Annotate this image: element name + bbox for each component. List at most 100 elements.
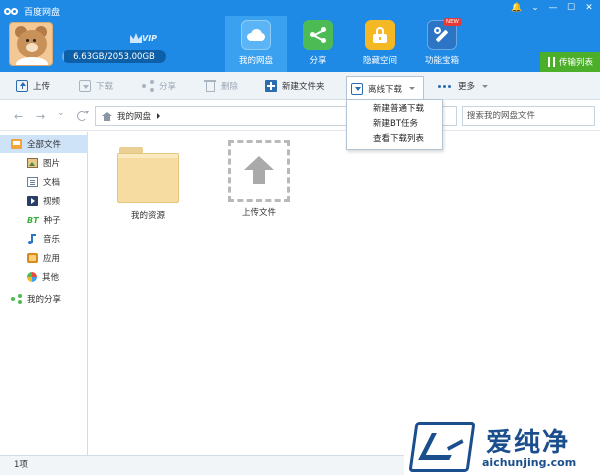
sidebar-item-label: 应用 [43, 254, 61, 264]
more-button[interactable]: 更多 [434, 76, 492, 96]
maximize-button[interactable]: ☐ [562, 0, 580, 16]
sidebar-item-music[interactable]: 音乐 [0, 230, 88, 248]
menu-item-new-bt-task[interactable]: 新建BT任务 [347, 117, 442, 132]
notification-bell-icon[interactable]: 🔔 [508, 0, 526, 16]
app-title-text: 百度网盘 [24, 7, 61, 18]
other-category-icon [27, 272, 37, 282]
baidu-cloud-logo-icon [4, 6, 20, 17]
watermark-logo-icon [408, 422, 476, 472]
watermark-url: aichunjing.com [482, 456, 577, 469]
offline-download-menu: 新建普通下载 新建BT任务 查看下载列表 [346, 99, 443, 150]
upload-tile-label: 上传文件 [241, 208, 276, 218]
more-dots-icon [438, 84, 453, 88]
sidebar-item-videos[interactable]: 视频 [0, 192, 88, 210]
sidebar-item-label: 全部文件 [27, 140, 62, 150]
share-button[interactable]: 分享 [138, 76, 180, 96]
item-count: 1项 [14, 460, 28, 470]
upload-file-tile[interactable]: 上传文件 [225, 140, 293, 218]
upload-label: 上传 [33, 82, 51, 92]
sidebar-item-torrents[interactable]: BT 种子 [0, 211, 88, 229]
tab-share-label: 分享 [309, 56, 327, 66]
offline-download-button[interactable]: 离线下载 [346, 76, 424, 100]
share-label: 分享 [159, 82, 177, 92]
delete-button[interactable]: 删除 [201, 76, 242, 96]
tab-share[interactable]: 分享 [287, 16, 349, 72]
transfer-list-button[interactable]: 传输列表 [540, 52, 600, 72]
chevron-down-icon [482, 84, 489, 88]
new-folder-button[interactable]: 新建文件夹 [261, 76, 329, 96]
history-dropdown-icon[interactable]: ⌄ [57, 108, 65, 118]
close-button[interactable]: ✕ [580, 0, 598, 16]
sidebar-item-label: 种子 [43, 216, 61, 226]
upload-arrow-icon [228, 140, 290, 202]
breadcrumb-my-disk[interactable]: 我的网盘 [117, 110, 151, 122]
offline-download-icon [351, 82, 363, 95]
back-arrow-icon[interactable]: ← [14, 110, 23, 123]
all-files-icon [11, 139, 22, 149]
share-icon [11, 294, 22, 304]
share-icon [142, 80, 154, 92]
sidebar-item-documents[interactable]: 文档 [0, 173, 88, 191]
more-label: 更多 [458, 82, 476, 92]
delete-label: 删除 [221, 82, 239, 92]
tab-toolbox-label: 功能宝箱 [424, 56, 459, 66]
sidebar-item-label: 视频 [43, 197, 61, 207]
sidebar-item-images[interactable]: 图片 [0, 154, 88, 172]
sidebar-item-label: 文档 [43, 178, 61, 188]
bt-torrent-icon: BT [27, 215, 39, 225]
offline-download-label: 离线下载 [368, 84, 403, 95]
sidebar: 全部文件 图片 文档 视频 BT 种子 音乐 应用 其他 我的分享 [0, 132, 88, 455]
toolbar: 上传 下载 分享 删除 新建文件夹 离线下载 更多 [0, 72, 600, 100]
header: 百度网盘 🔔 ⌄ — ☐ ✕ VIP 6.63GB/2053.00GB 我的网盘 [0, 0, 600, 72]
sidebar-item-other[interactable]: 其他 [0, 268, 88, 286]
forward-arrow-icon[interactable]: → [36, 110, 45, 123]
watermark: 爱纯净 aichunjing.com [404, 418, 600, 475]
crown-icon [130, 33, 142, 43]
window-controls: 🔔 ⌄ — ☐ ✕ [508, 0, 598, 16]
lock-icon [365, 20, 395, 50]
new-folder-icon [265, 80, 277, 92]
avatar[interactable] [9, 22, 53, 66]
menu-item-view-download-list[interactable]: 查看下载列表 [347, 132, 442, 147]
chevron-right-icon[interactable] [157, 113, 161, 119]
video-icon [27, 196, 38, 206]
tab-my-disk[interactable]: 我的网盘 [225, 16, 287, 72]
transfer-icon [547, 57, 556, 67]
menu-item-new-normal-download[interactable]: 新建普通下载 [347, 102, 442, 117]
search-input[interactable] [467, 111, 594, 121]
app-title: 百度网盘 [4, 4, 60, 18]
minimize-button[interactable]: — [544, 0, 562, 16]
download-label: 下载 [96, 82, 114, 92]
home-icon[interactable] [102, 111, 112, 121]
tab-hidden-space[interactable]: 隐藏空间 [349, 16, 411, 72]
upload-button[interactable]: 上传 [12, 76, 54, 96]
menu-chevron-icon[interactable]: ⌄ [526, 0, 544, 16]
tab-my-disk-label: 我的网盘 [238, 56, 273, 66]
sidebar-item-my-share[interactable]: 我的分享 [0, 290, 88, 308]
sidebar-item-apps[interactable]: 应用 [0, 249, 88, 267]
tools-icon: NEW [427, 18, 461, 50]
vip-badge[interactable]: VIP [128, 33, 160, 45]
download-icon [79, 80, 91, 92]
sidebar-item-label: 音乐 [43, 235, 61, 245]
new-folder-label: 新建文件夹 [282, 82, 325, 92]
image-icon [27, 158, 38, 168]
cloud-disk-icon [241, 20, 271, 50]
sidebar-item-all-files[interactable]: 全部文件 [0, 135, 88, 153]
new-badge: NEW [443, 18, 461, 26]
storage-quota-bar: 6.63GB/2053.00GB [62, 50, 166, 63]
search-box[interactable] [462, 106, 595, 126]
transfer-list-label: 传输列表 [558, 58, 593, 68]
file-item-folder[interactable]: 我的资源 [117, 147, 179, 221]
watermark-brand: 爱纯净 [486, 428, 571, 458]
file-list-area: 我的资源 上传文件 [89, 132, 600, 455]
app-icon [27, 253, 38, 263]
tab-toolbox[interactable]: NEW 功能宝箱 [411, 16, 473, 72]
sidebar-item-label: 图片 [43, 159, 61, 169]
chevron-down-icon [409, 87, 416, 90]
vip-text: VIP [142, 34, 158, 43]
download-button[interactable]: 下载 [75, 76, 117, 96]
tab-hidden-space-label: 隐藏空间 [362, 56, 397, 66]
trash-icon [204, 80, 216, 92]
refresh-icon[interactable] [77, 111, 89, 121]
